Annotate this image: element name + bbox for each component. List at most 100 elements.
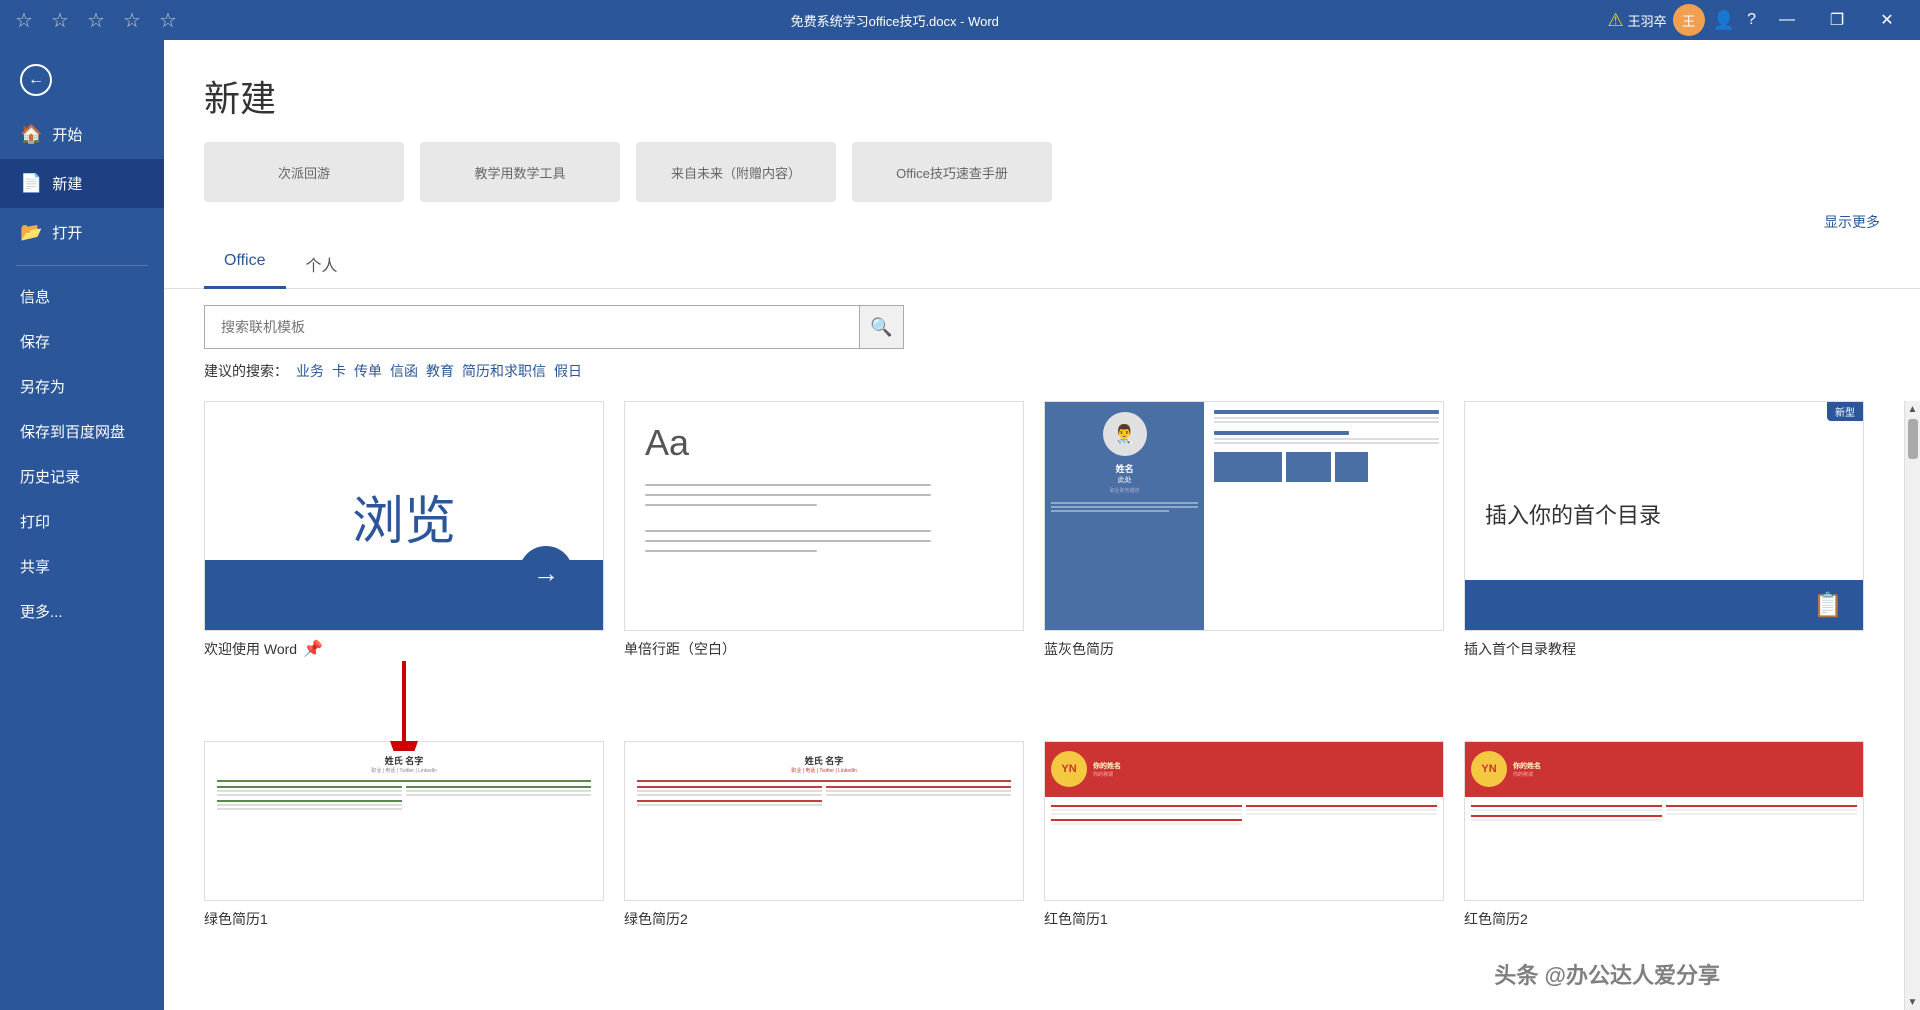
suggested-link-flyer[interactable]: 传单 <box>354 361 382 381</box>
tab-personal[interactable]: 个人 <box>286 242 358 289</box>
template-card-resume-green2[interactable]: 姓氏 名字 职业 | 电话 | Twitter | Linkedln <box>624 741 1024 991</box>
template-card-resume-green1[interactable]: 姓氏 名字 职业 | 电话 | Twitter | Linkedln <box>204 741 604 991</box>
new-doc-icon: 📄 <box>20 173 42 194</box>
toc-text: 插入你的首个目录 <box>1485 502 1661 531</box>
template-card-blank[interactable]: Aa 单 <box>624 401 1024 721</box>
template-label-resume-green1: 绿色简历1 <box>204 909 604 929</box>
sidebar-item-home[interactable]: 🏠 开始 <box>0 110 164 159</box>
close-button[interactable]: ✕ <box>1864 4 1910 36</box>
template-card-resume-red1[interactable]: YN 你的姓名 你的称谓 <box>1044 741 1444 991</box>
template-thumb-blank[interactable]: Aa <box>624 401 1024 631</box>
sidebar-divider <box>16 265 148 266</box>
blank-line-2 <box>645 494 931 496</box>
red-arrow-annotation <box>374 651 434 751</box>
sidebar-home-label: 开始 <box>52 124 82 145</box>
search-area: 🔍 <box>164 305 1920 349</box>
show-more-row: 显示更多 <box>164 212 1920 242</box>
resume-avatar: 👨‍⚕️ <box>1103 412 1147 456</box>
template-card-resume-blue[interactable]: 👨‍⚕️ 姓名 此处 职业职务描述 <box>1044 401 1444 721</box>
search-box: 🔍 <box>204 305 904 349</box>
people-icon[interactable]: 👤 <box>1713 10 1735 31</box>
welcome-arrow-icon: → <box>519 546 573 600</box>
sidebar-item-share[interactable]: 共享 <box>0 544 164 589</box>
scroll-track <box>1905 417 1920 994</box>
templates-grid-wrapper: 浏览 → 欢迎使用 Word 📌 Aa <box>164 401 1920 1010</box>
sidebar-item-open[interactable]: 📂 打开 <box>0 208 164 257</box>
tabs-row: Office 个人 <box>164 242 1920 289</box>
scroll-thumb[interactable] <box>1908 419 1918 459</box>
sidebar-item-history[interactable]: 历史记录 <box>0 454 164 499</box>
app-body: ← 🏠 开始 📄 新建 📂 打开 信息 保存 另存为 保存到百度网盘 历史记录 <box>0 40 1920 1010</box>
template-thumb-welcome[interactable]: 浏览 → <box>204 401 604 631</box>
sidebar-back-button[interactable]: ← <box>0 50 164 110</box>
blank-preview: Aa <box>625 402 1023 630</box>
pin-icon-welcome[interactable]: 📌 <box>303 639 323 659</box>
scroll-up-arrow[interactable]: ▲ <box>1905 401 1920 417</box>
avatar[interactable]: 王 <box>1673 4 1705 36</box>
sidebar: ← 🏠 开始 📄 新建 📂 打开 信息 保存 另存为 保存到百度网盘 历史记录 <box>0 40 164 1010</box>
minimize-button[interactable]: — <box>1764 4 1810 36</box>
tab-office[interactable]: Office <box>204 242 286 289</box>
sidebar-item-save-as[interactable]: 另存为 <box>0 364 164 409</box>
sidebar-item-new[interactable]: 📄 新建 <box>0 159 164 208</box>
template-card-toc[interactable]: 新型 插入你的首个目录 📋 插入首个目录教程 <box>1464 401 1864 721</box>
open-folder-icon: 📂 <box>20 222 42 243</box>
blank-line-6 <box>645 550 817 552</box>
suggested-link-resume[interactable]: 简历和求职信 <box>462 361 546 381</box>
sidebar-item-save[interactable]: 保存 <box>0 319 164 364</box>
star-icon-5: ☆ <box>154 6 182 34</box>
toc-preview: 新型 插入你的首个目录 📋 <box>1465 402 1863 630</box>
template-label-toc: 插入首个目录教程 <box>1464 639 1864 659</box>
template-thumb-resume-red2[interactable]: YN 你的姓名 你的称谓 <box>1464 741 1864 901</box>
scroll-template-4[interactable]: Office技巧速查手册 <box>852 142 1052 202</box>
warning-icon: ⚠ <box>1608 10 1624 31</box>
restore-button[interactable]: ❐ <box>1814 4 1860 36</box>
template-label-resume-blue: 蓝灰色简历 <box>1044 639 1444 659</box>
template-label-resume-green2: 绿色简历2 <box>624 909 1024 929</box>
suggested-searches: 建议的搜索： 业务 卡 传单 信函 教育 简历和求职信 假日 <box>164 361 1920 381</box>
yn-card-2-preview: YN 你的姓名 你的称谓 <box>1465 742 1863 900</box>
blank-line-4 <box>645 530 931 532</box>
sidebar-item-print[interactable]: 打印 <box>0 499 164 544</box>
suggested-label: 建议的搜索： <box>204 361 288 381</box>
home-icon: 🏠 <box>20 124 42 145</box>
scroll-template-1[interactable]: 次派回游 <box>204 142 404 202</box>
suggested-link-business[interactable]: 业务 <box>296 361 324 381</box>
template-thumb-resume-green1[interactable]: 姓氏 名字 职业 | 电话 | Twitter | Linkedln <box>204 741 604 901</box>
template-thumb-resume-red1[interactable]: YN 你的姓名 你的称谓 <box>1044 741 1444 901</box>
toc-list-icon: 📋 <box>1813 591 1843 620</box>
blank-line-3 <box>645 504 817 506</box>
star-icon-1: ☆ <box>10 6 38 34</box>
scroll-down-arrow[interactable]: ▼ <box>1905 994 1920 1010</box>
suggested-link-holiday[interactable]: 假日 <box>554 361 582 381</box>
suggested-link-letter[interactable]: 信函 <box>390 361 418 381</box>
scrollbar[interactable]: ▲ ▼ <box>1904 401 1920 1010</box>
sidebar-item-info[interactable]: 信息 <box>0 274 164 319</box>
blank-line-5 <box>645 540 931 542</box>
template-thumb-resume-blue[interactable]: 👨‍⚕️ 姓名 此处 职业职务描述 <box>1044 401 1444 631</box>
sidebar-item-more[interactable]: 更多... <box>0 589 164 634</box>
suggested-link-education[interactable]: 教育 <box>426 361 454 381</box>
sidebar-item-save-baidu[interactable]: 保存到百度网盘 <box>0 409 164 454</box>
show-more-link[interactable]: 显示更多 <box>1824 212 1880 232</box>
scroll-template-3[interactable]: 来自未来（附赠内容） <box>636 142 836 202</box>
titlebar: ☆ ☆ ☆ ☆ ☆ 免费系统学习office技巧.docx - Word ⚠ 王… <box>0 0 1920 40</box>
template-card-resume-red2[interactable]: YN 你的姓名 你的称谓 <box>1464 741 1864 991</box>
search-button[interactable]: 🔍 <box>859 306 903 348</box>
template-thumb-toc[interactable]: 新型 插入你的首个目录 📋 <box>1464 401 1864 631</box>
star-icon-3: ☆ <box>82 6 110 34</box>
user-area: 王羽卒 王 <box>1628 4 1705 36</box>
star-icon-4: ☆ <box>118 6 146 34</box>
template-label-resume-red2: 红色简历2 <box>1464 909 1864 929</box>
search-input[interactable] <box>205 309 859 345</box>
template-thumb-resume-green2[interactable]: 姓氏 名字 职业 | 电话 | Twitter | Linkedln <box>624 741 1024 901</box>
help-icon[interactable]: ? <box>1747 11 1756 29</box>
page-title: 新建 <box>204 70 1880 122</box>
resume-green1-preview: 姓氏 名字 职业 | 电话 | Twitter | Linkedln <box>205 742 603 900</box>
titlebar-left-icons: ☆ ☆ ☆ ☆ ☆ <box>10 6 182 34</box>
window-title: 免费系统学习office技巧.docx - Word <box>182 11 1608 30</box>
sidebar-open-label: 打开 <box>52 222 82 243</box>
suggested-link-card[interactable]: 卡 <box>332 361 346 381</box>
scroll-template-2[interactable]: 教学用数学工具 <box>420 142 620 202</box>
blank-line-1 <box>645 484 931 486</box>
